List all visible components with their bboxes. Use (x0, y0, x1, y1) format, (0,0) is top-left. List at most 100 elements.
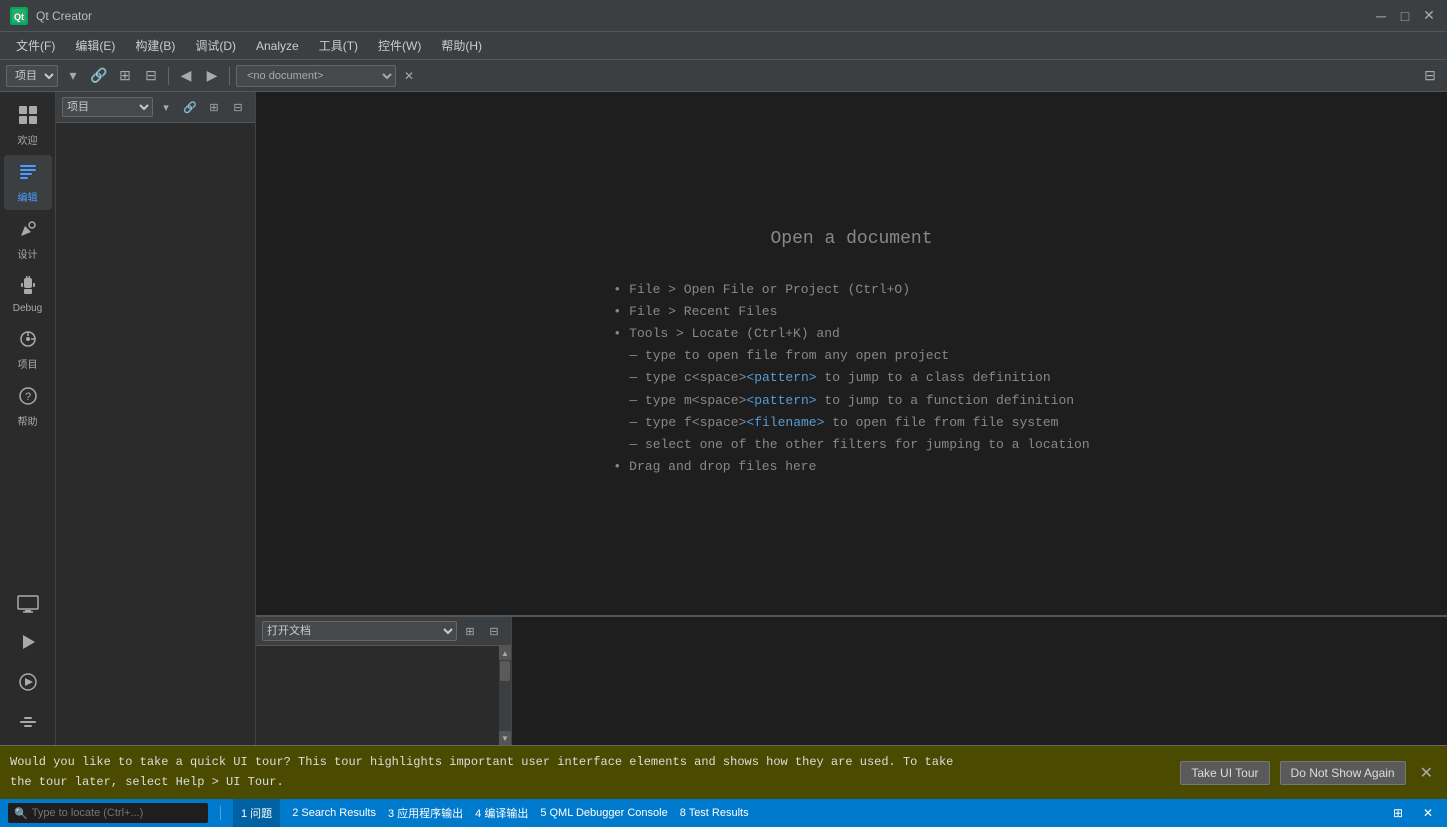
right-collapse-btn[interactable]: ⊟ (1419, 65, 1441, 87)
menu-analyze[interactable]: Analyze (248, 37, 307, 55)
menu-debug[interactable]: 调试(D) (187, 35, 244, 56)
sidebar-label-design: 设计 (18, 246, 38, 261)
menu-widgets[interactable]: 控件(W) (370, 35, 429, 56)
debug-icon (17, 275, 39, 301)
sidebar-item-run[interactable] (4, 625, 52, 663)
project-icon (17, 328, 39, 354)
sidebar-label-debug: Debug (13, 303, 42, 314)
notification-close-button[interactable]: ✕ (1416, 763, 1437, 783)
scroll-up-arrow[interactable]: ▲ (499, 646, 511, 660)
left-link-btn[interactable]: 🔗 (179, 96, 201, 118)
menu-edit[interactable]: 编辑(E) (67, 35, 123, 56)
status-tab-qml[interactable]: 5 QML Debugger Console (540, 807, 667, 819)
locate-input-wrapper[interactable]: 🔍 (8, 803, 208, 823)
sidebar-item-monitor[interactable] (4, 589, 52, 623)
doc-close-btn[interactable]: ✕ (400, 67, 418, 85)
filter-btn[interactable]: ▾ (62, 65, 84, 87)
locate-input[interactable] (32, 807, 202, 819)
menu-tools[interactable]: 工具(T) (311, 35, 366, 56)
link-btn[interactable]: 🔗 (88, 65, 110, 87)
center-main: Open a document • File > Open File or Pr… (256, 92, 1447, 745)
sidebar: 欢迎 编辑 (0, 92, 56, 745)
app-logo: Qt (10, 7, 28, 25)
bottom-collapse-btn[interactable]: ⊟ (483, 620, 505, 642)
sidebar-label-project: 项目 (18, 356, 38, 371)
menu-build[interactable]: 构建(B) (127, 35, 183, 56)
help-icon: ? (17, 385, 39, 411)
center-content: 欢迎 编辑 (0, 92, 1447, 745)
status-sep-1 (220, 806, 221, 820)
status-issues-label: 1 问题 (241, 805, 272, 821)
open-doc-hints: • File > Open File or Project (Ctrl+O) •… (613, 279, 1089, 478)
svg-text:?: ? (25, 391, 31, 403)
open-doc-area: Open a document • File > Open File or Pr… (256, 92, 1447, 615)
maximize-button[interactable]: □ (1397, 8, 1413, 24)
hint-line-2: • File > Recent Files (613, 301, 1089, 323)
toolbar-separator-2 (229, 67, 230, 85)
sidebar-item-help[interactable]: ? 帮助 (4, 379, 52, 434)
do-not-show-button[interactable]: Do Not Show Again (1280, 761, 1406, 785)
notification-bar: Would you like to take a quick UI tour? … (0, 745, 1447, 799)
sidebar-item-debug[interactable]: Debug (4, 269, 52, 320)
sidebar-item-extra[interactable] (4, 705, 52, 743)
status-tab-search[interactable]: 2 Search Results (292, 807, 376, 819)
bottom-panels-row: 打开文档 ⊞ ⊟ ▲ ▼ (256, 615, 1447, 745)
menu-file[interactable]: 文件(F) (8, 35, 63, 56)
svg-text:Qt: Qt (14, 12, 24, 22)
left-collapse-btn[interactable]: ⊟ (227, 96, 249, 118)
bottom-expand-btn[interactable]: ⊞ (459, 620, 481, 642)
main-wrapper: 欢迎 编辑 (0, 92, 1447, 799)
scroll-thumb[interactable] (500, 661, 510, 681)
hint-line-3: • Tools > Locate (Ctrl+K) and (613, 323, 1089, 345)
menu-bar: 文件(F) 编辑(E) 构建(B) 调试(D) Analyze 工具(T) 控件… (0, 32, 1447, 60)
minimize-button[interactable]: ─ (1373, 8, 1389, 24)
expand-btn[interactable]: ⊞ (114, 65, 136, 87)
status-tab-test[interactable]: 8 Test Results (680, 807, 749, 819)
hint-line-9: • Drag and drop files here (613, 456, 1089, 478)
status-tab-compile[interactable]: 4 编译输出 (475, 805, 528, 821)
collapse-toolbar-btn[interactable]: ⊟ (140, 65, 162, 87)
left-filter-btn[interactable]: ▾ (155, 96, 177, 118)
status-close-btn[interactable]: ✕ (1417, 802, 1439, 824)
sidebar-item-edit[interactable]: 编辑 (4, 155, 52, 210)
run-icon (17, 631, 39, 657)
status-qml-label: 5 QML Debugger Console (540, 807, 667, 819)
extra-icon (17, 711, 39, 737)
hint-line-1: • File > Open File or Project (Ctrl+O) (613, 279, 1089, 301)
sidebar-item-project[interactable]: 项目 (4, 322, 52, 377)
scroll-down-arrow[interactable]: ▼ (499, 731, 511, 745)
project-select[interactable]: 项目 (6, 65, 58, 87)
monitor-icon (17, 595, 39, 617)
document-select[interactable]: <no document> (236, 65, 396, 87)
notification-text: Would you like to take a quick UI tour? … (10, 753, 1170, 791)
close-button[interactable]: ✕ (1421, 8, 1437, 24)
sidebar-item-design[interactable]: 设计 (4, 212, 52, 267)
toolbar-separator-1 (168, 67, 169, 85)
bottom-left-content: ▲ ▼ (256, 646, 511, 745)
take-tour-button[interactable]: Take UI Tour (1180, 761, 1269, 785)
next-btn[interactable]: ▶ (201, 65, 223, 87)
sidebar-item-build-run[interactable] (4, 665, 52, 703)
bottom-left-scrollbar[interactable]: ▲ ▼ (499, 646, 511, 745)
left-expand-btn[interactable]: ⊞ (203, 96, 225, 118)
status-tab-issues[interactable]: 1 问题 (233, 799, 280, 827)
status-expand-btn[interactable]: ⊞ (1387, 802, 1409, 824)
status-tab-app-output[interactable]: 3 应用程序输出 (388, 805, 463, 821)
locate-icon: 🔍 (14, 807, 28, 820)
bottom-left-select[interactable]: 打开文档 (262, 621, 457, 641)
hint-line-5: — type c<space><pattern> to jump to a cl… (629, 367, 1089, 389)
bottom-left-panel: 打开文档 ⊞ ⊟ ▲ ▼ (256, 617, 512, 745)
menu-help[interactable]: 帮助(H) (433, 35, 490, 56)
sidebar-item-welcome[interactable]: 欢迎 (4, 98, 52, 153)
design-icon (17, 218, 39, 244)
status-app-output-label: 3 应用程序输出 (388, 805, 463, 821)
title-bar: Qt Qt Creator ─ □ ✕ (0, 0, 1447, 32)
status-right: ⊞ ✕ (1387, 802, 1439, 824)
left-panel-select[interactable]: 项目 (62, 97, 153, 117)
open-doc-title: Open a document (770, 229, 932, 249)
editor-main: Open a document • File > Open File or Pr… (256, 92, 1447, 615)
prev-btn[interactable]: ◀ (175, 65, 197, 87)
bottom-right-area (512, 617, 1447, 745)
sidebar-label-help: 帮助 (18, 413, 38, 428)
hint-line-4: — type to open file from any open projec… (629, 345, 1089, 367)
